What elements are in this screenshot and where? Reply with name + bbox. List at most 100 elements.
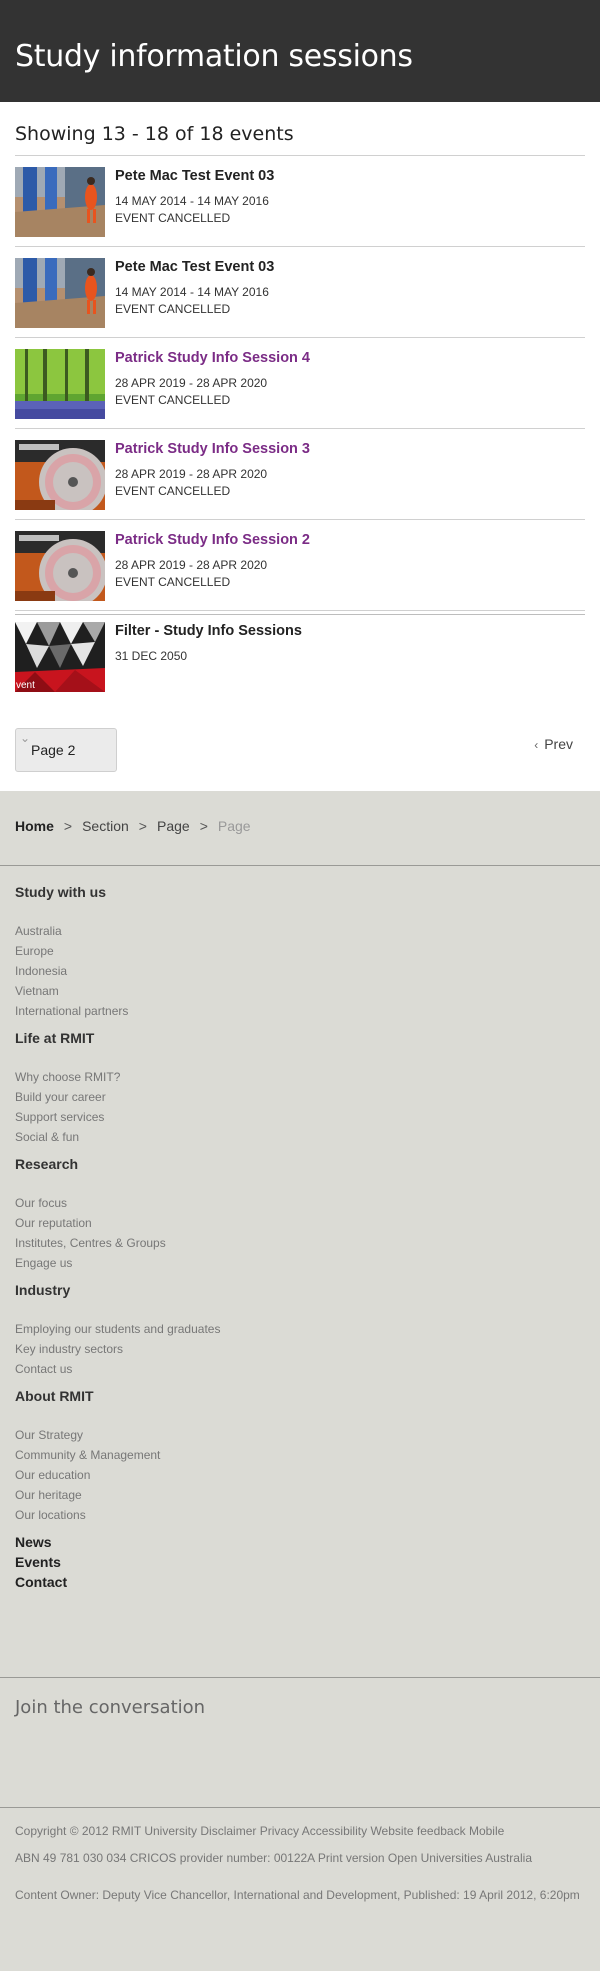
page-title: Study information sessions — [15, 39, 413, 74]
footer-section-about: About RMIT Our Strategy Community & Mana… — [15, 1388, 585, 1522]
footer-link[interactable]: Our locations — [15, 1508, 585, 1522]
thumbnail-caption: vent — [16, 680, 35, 691]
legal-line-2: ABN 49 781 030 034 CRICOS provider numbe… — [15, 1849, 585, 1867]
footer-section-study: Study with us Australia Europe Indonesia… — [15, 884, 585, 1018]
street-photo-image — [15, 258, 105, 328]
event-status: EVENT CANCELLED — [115, 484, 231, 498]
footer-section-research: Research Our focus Our reputation Instit… — [15, 1156, 585, 1270]
footer-link[interactable]: Europe — [15, 944, 585, 958]
event-title-link[interactable]: Pete Mac Test Event 03 — [115, 167, 585, 185]
footer-link[interactable]: Vietnam — [15, 984, 585, 998]
abn-text: ABN 49 781 030 034 — [15, 1851, 127, 1865]
page-select-value: Page 2 — [31, 742, 76, 758]
event-thumbnail[interactable] — [15, 531, 105, 601]
event-date: 14 MAY 2014 - 14 MAY 2016 — [115, 285, 269, 299]
accessibility-link[interactable]: Accessibility — [302, 1824, 367, 1838]
website-feedback-link[interactable]: Website feedback — [370, 1824, 465, 1838]
footer-link[interactable]: Our heritage — [15, 1488, 585, 1502]
event-thumbnail[interactable] — [15, 258, 105, 328]
page-header: Study information sessions — [0, 0, 600, 102]
breadcrumb: Home > Section > Page > Page — [15, 818, 251, 834]
open-universities-link[interactable]: Open Universities Australia — [388, 1851, 532, 1865]
mobile-link[interactable]: Mobile — [469, 1824, 504, 1838]
event-item: Patrick Study Info Session 2 28 APR 2019… — [15, 520, 585, 611]
main-content: Showing 13 - 18 of 18 events Pete Mac Te… — [0, 102, 600, 791]
footer-link[interactable]: Indonesia — [15, 964, 585, 978]
footer-link[interactable]: Our reputation — [15, 1216, 585, 1230]
footer-link[interactable]: International partners — [15, 1004, 585, 1018]
event-title-link[interactable]: Pete Mac Test Event 03 — [115, 258, 585, 276]
event-item: Pete Mac Test Event 03 14 MAY 2014 - 14 … — [15, 247, 585, 338]
footer-events-link[interactable]: Events — [15, 1554, 585, 1570]
privacy-link[interactable]: Privacy — [260, 1824, 299, 1838]
turntable-photo-image — [15, 440, 105, 510]
legal-divider — [0, 1807, 600, 1808]
event-item: Patrick Study Info Session 4 28 APR 2019… — [15, 338, 585, 429]
footer-link[interactable]: Our education — [15, 1468, 585, 1482]
footer-news-link[interactable]: News — [15, 1534, 585, 1550]
event-title-link[interactable]: Patrick Study Info Session 2 — [115, 531, 585, 549]
event-title-link[interactable]: Filter - Study Info Sessions — [115, 622, 585, 640]
social-divider — [0, 1677, 600, 1678]
footer-link[interactable]: Community & Management — [15, 1448, 585, 1462]
footer-section-title: Study with us — [15, 884, 106, 900]
footer-link[interactable]: Employing our students and graduates — [15, 1322, 585, 1336]
footer-section-title: Research — [15, 1156, 79, 1172]
footer-section-industry: Industry Employing our students and grad… — [15, 1282, 585, 1376]
event-status: EVENT CANCELLED — [115, 302, 231, 316]
breadcrumb-separator: > — [199, 818, 208, 834]
event-date: 28 APR 2019 - 28 APR 2020 — [115, 467, 268, 481]
breadcrumb-page[interactable]: Page — [157, 818, 190, 834]
event-date: 14 MAY 2014 - 14 MAY 2016 — [115, 194, 269, 208]
event-title-link[interactable]: Patrick Study Info Session 3 — [115, 440, 585, 458]
event-thumbnail[interactable] — [15, 167, 105, 237]
footer-link[interactable]: Our focus — [15, 1196, 585, 1210]
event-thumbnail[interactable] — [15, 440, 105, 510]
breadcrumb-section[interactable]: Section — [82, 818, 129, 834]
footer-link[interactable]: Australia — [15, 924, 585, 938]
pagination-divider — [15, 614, 585, 615]
breadcrumb-separator: > — [138, 818, 147, 834]
breadcrumb-separator: > — [63, 818, 73, 834]
chevron-left-icon: ‹ — [534, 738, 539, 752]
street-photo-image — [15, 167, 105, 237]
event-thumbnail[interactable] — [15, 349, 105, 419]
event-item: vent Filter - Study Info Sessions 31 DEC… — [15, 611, 585, 702]
event-thumbnail[interactable]: vent — [15, 622, 105, 692]
footer-section-title: Life at RMIT — [15, 1030, 95, 1046]
footer-quick-links: News Events Contact — [15, 1534, 585, 1590]
footer-divider — [0, 865, 600, 866]
breadcrumb-home[interactable]: Home — [15, 818, 54, 834]
prev-page-link[interactable]: ‹ Prev — [534, 736, 573, 752]
chevron-down-icon: ⌄ — [20, 731, 31, 745]
results-count: Showing 13 - 18 of 18 events — [15, 102, 585, 156]
disclaimer-link[interactable]: Disclaimer — [200, 1824, 256, 1838]
footer-link[interactable]: Support services — [15, 1110, 585, 1124]
footer-link[interactable]: Key industry sectors — [15, 1342, 585, 1356]
footer-section-life: Life at RMIT Why choose RMIT? Build your… — [15, 1030, 585, 1144]
legal-line-1: Copyright © 2012 RMIT University Disclai… — [15, 1822, 585, 1840]
turntable-photo-image — [15, 531, 105, 601]
event-status: EVENT CANCELLED — [115, 393, 231, 407]
event-title-link[interactable]: Patrick Study Info Session 4 — [115, 349, 585, 367]
page-select-dropdown[interactable]: ⌄ Page 2 — [15, 728, 117, 772]
footer-link[interactable]: Why choose RMIT? — [15, 1070, 585, 1084]
event-date: 31 DEC 2050 — [115, 649, 188, 663]
footer-link[interactable]: Contact us — [15, 1362, 585, 1376]
content-owner: Content Owner: Deputy Vice Chancellor, I… — [15, 1888, 580, 1902]
footer-link[interactable]: Our Strategy — [15, 1428, 585, 1442]
footer-contact-link[interactable]: Contact — [15, 1574, 585, 1590]
prev-label: Prev — [544, 736, 573, 752]
footer-link[interactable]: Institutes, Centres & Groups — [15, 1236, 585, 1250]
footer-link[interactable]: Engage us — [15, 1256, 585, 1270]
event-date: 28 APR 2019 - 28 APR 2020 — [115, 376, 268, 390]
footer-link[interactable]: Build your career — [15, 1090, 585, 1104]
breadcrumb-current: Page — [217, 818, 251, 834]
print-version-link[interactable]: Print version — [318, 1851, 385, 1865]
cricos-text: CRICOS provider number: 00122A — [129, 1851, 315, 1865]
copyright-text: Copyright © 2012 RMIT University — [15, 1824, 198, 1838]
footer-link[interactable]: Social & fun — [15, 1130, 585, 1144]
join-conversation-heading: Join the conversation — [15, 1697, 206, 1718]
event-date: 28 APR 2019 - 28 APR 2020 — [115, 558, 268, 572]
event-item: Pete Mac Test Event 03 14 MAY 2014 - 14 … — [15, 156, 585, 247]
